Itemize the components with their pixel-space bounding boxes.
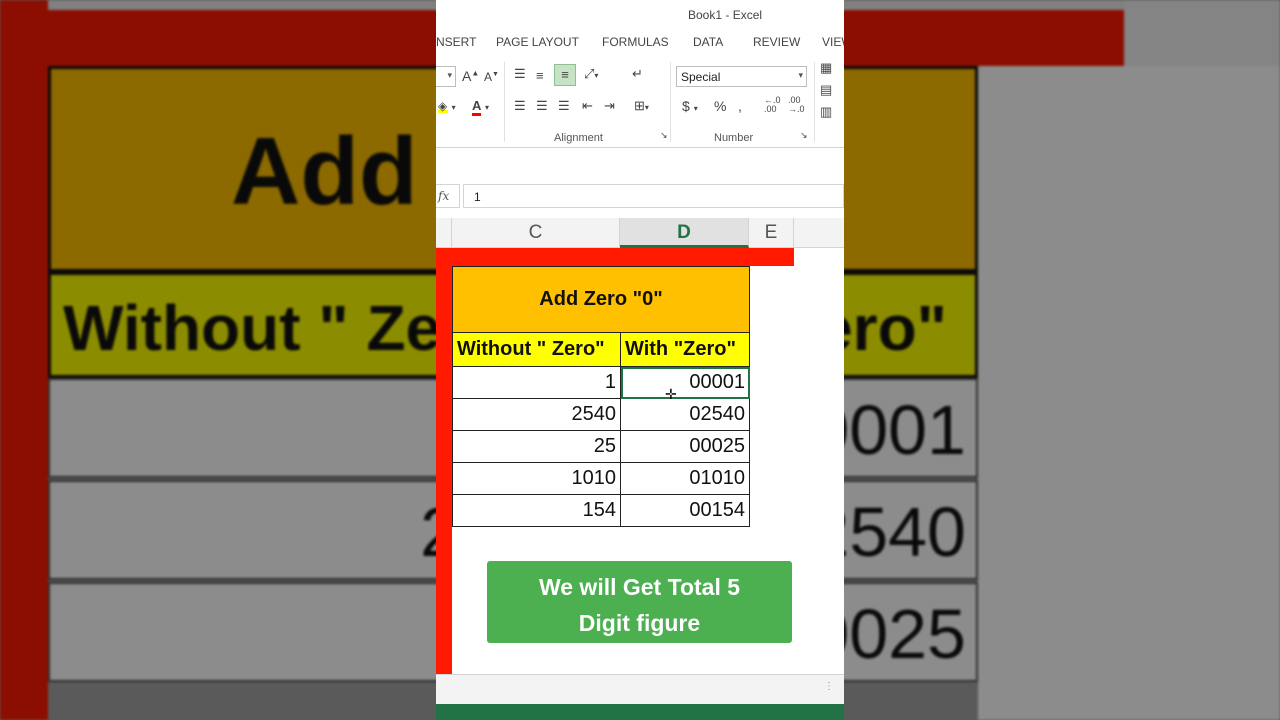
formula-bar: fx 1: [436, 148, 844, 214]
fill-color-button[interactable]: ◈ ▾: [438, 98, 456, 113]
number-format-value: Special: [681, 70, 721, 84]
align-top-icon[interactable]: ☰: [514, 66, 526, 82]
chevron-down-icon: ▾: [451, 103, 456, 112]
number-group-label: Number: [714, 132, 754, 144]
data-table: Add Zero "0" Without " Zero" With "Zero"…: [452, 266, 750, 527]
align-center-icon[interactable]: ☰: [536, 98, 548, 114]
paint-bucket-icon: ◈: [438, 99, 448, 113]
grow-font-button[interactable]: A▲: [462, 68, 479, 84]
shrink-font-button[interactable]: A▼: [484, 70, 499, 84]
decrease-indent-icon[interactable]: ⇤: [582, 98, 593, 114]
chevron-down-icon: ▾: [693, 104, 698, 113]
ribbon-tabs: NSERT PAGE LAYOUT FORMULAS DATA REVIEW V…: [436, 30, 844, 56]
font-size-box[interactable]: ▾: [436, 66, 456, 87]
orientation-icon[interactable]: ⤢▾: [584, 66, 598, 82]
backdrop-red-left: [0, 0, 48, 720]
backdrop-grey-strip: [1124, 0, 1280, 66]
tab-insert[interactable]: NSERT: [436, 35, 476, 49]
alignment-group-label: Alignment: [554, 132, 603, 144]
shrink-font-label: A: [484, 70, 493, 84]
taskbar-strip: [436, 704, 844, 720]
cell-without-zero[interactable]: 2540: [452, 398, 621, 431]
header-with-zero[interactable]: With "Zero": [620, 332, 750, 367]
increase-decimal-icon[interactable]: ←.0.00: [764, 96, 781, 114]
number-format-select[interactable]: Special ▾: [676, 66, 807, 87]
formula-input[interactable]: 1: [463, 184, 844, 208]
align-middle-icon[interactable]: ≡: [536, 68, 544, 83]
align-bottom-icon[interactable]: ≡: [554, 64, 576, 86]
header-without-zero[interactable]: Without " Zero": [452, 332, 621, 367]
red-frame-top: [436, 248, 794, 266]
tab-page-layout[interactable]: PAGE LAYOUT: [496, 35, 579, 49]
title-bar: Book1 - Excel: [436, 0, 844, 30]
cell-without-zero[interactable]: 1010: [452, 462, 621, 495]
table-title[interactable]: Add Zero "0": [452, 266, 750, 333]
cell-with-zero[interactable]: 01010: [620, 462, 750, 495]
cell-with-zero[interactable]: 00154: [620, 494, 750, 527]
cell-cursor-icon: ✛: [665, 386, 677, 402]
video-frame: Add Without " Ze ero" 0001 2 2540 0025 B…: [0, 0, 1280, 720]
column-header-e[interactable]: E: [749, 218, 794, 248]
backdrop-header-left: Without " Ze: [63, 292, 442, 364]
comma-style-icon[interactable]: ,: [738, 98, 742, 114]
group-separator: [814, 62, 815, 142]
chevron-down-icon: ▾: [798, 70, 803, 80]
decrease-decimal-icon[interactable]: .00 →.0: [788, 96, 805, 114]
wrap-text-icon[interactable]: ↵: [632, 66, 643, 82]
column-header-d[interactable]: D: [620, 218, 749, 248]
callout-box: We will Get Total 5 Digit figure: [487, 561, 792, 643]
chevron-down-icon: ▾: [485, 103, 490, 112]
table-row: 1 00001: [452, 366, 750, 399]
dialog-launcher-icon[interactable]: ↘: [660, 130, 668, 141]
group-separator: [670, 62, 671, 142]
cell-styles-icon[interactable]: ▥: [820, 104, 832, 120]
table-row: 2540 02540: [452, 398, 750, 431]
cell-with-zero[interactable]: 02540: [620, 398, 750, 431]
align-right-icon[interactable]: ☰: [558, 98, 570, 114]
group-separator: [504, 62, 505, 142]
column-header-c[interactable]: C: [452, 218, 620, 248]
tab-view[interactable]: VIEW: [822, 35, 844, 49]
backdrop-right-area: [978, 66, 1280, 720]
align-left-icon[interactable]: ☰: [514, 98, 526, 114]
font-color-button[interactable]: A ▾: [472, 98, 489, 116]
status-bar: ⋮: [436, 674, 844, 704]
scroll-grip-icon[interactable]: ⋮: [824, 681, 834, 692]
cell-without-zero[interactable]: 1: [452, 366, 621, 399]
callout-line-1: We will Get Total 5: [538, 574, 741, 600]
ribbon: ▾ A▲ A▼ ◈ ▾ A ▾ ☰ ≡ ≡ ⤢▾ ☰ ☰ ☰ ⇤ ⇥ ↵ ⊞▾ …: [436, 56, 844, 148]
callout-line-2: Digit figure: [578, 610, 701, 636]
chevron-down-icon: ▾: [447, 70, 452, 80]
tab-data[interactable]: DATA: [693, 35, 723, 49]
percent-button[interactable]: %: [714, 98, 726, 114]
currency-button[interactable]: $ ▾: [682, 98, 698, 114]
cell-without-zero[interactable]: 25: [452, 430, 621, 463]
tab-formulas[interactable]: FORMULAS: [602, 35, 669, 49]
cell-with-zero[interactable]: 00025: [620, 430, 750, 463]
conditional-formatting-icon[interactable]: ▦: [820, 60, 832, 76]
fx-icon[interactable]: fx: [436, 184, 460, 208]
table-row: 1010 01010: [452, 462, 750, 495]
column-header-prev[interactable]: [436, 218, 452, 248]
table-row: 25 00025: [452, 430, 750, 463]
cell-without-zero[interactable]: 154: [452, 494, 621, 527]
red-frame-left: [436, 248, 452, 674]
dialog-launcher-icon[interactable]: ↘: [800, 130, 808, 141]
format-as-table-icon[interactable]: ▤: [820, 82, 832, 98]
increase-indent-icon[interactable]: ⇥: [604, 98, 615, 114]
excel-window: Book1 - Excel NSERT PAGE LAYOUT FORMULAS…: [436, 0, 844, 720]
column-headers: C D E: [436, 218, 844, 248]
column-header-f[interactable]: [794, 218, 844, 248]
tab-review[interactable]: REVIEW: [753, 35, 800, 49]
font-color-icon: A: [472, 99, 482, 116]
table-row: 154 00154: [452, 494, 750, 527]
merge-center-icon[interactable]: ⊞▾: [634, 98, 649, 114]
grow-font-label: A: [462, 68, 472, 84]
window-title: Book1 - Excel: [688, 8, 763, 22]
currency-icon: $: [682, 98, 690, 114]
cell-with-zero[interactable]: 00001: [620, 366, 750, 399]
